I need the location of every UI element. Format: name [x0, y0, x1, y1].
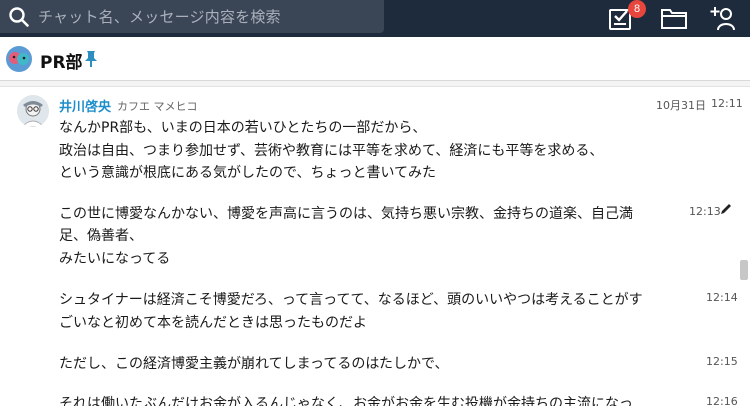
avatar[interactable]: [17, 95, 49, 127]
message-line: なんかPR部も、いまの日本の若いひとたちの一部だから、: [59, 120, 427, 136]
message-author-org: カフエ マメヒコ: [117, 100, 198, 113]
message-time: 12:11: [711, 97, 743, 110]
message-line: シュタイナーは経済こそ博愛だろ、って言ってて、なるほど、頭のいいやつは考えること…: [59, 292, 643, 308]
search-box[interactable]: チャット名、メッセージ内容を検索: [0, 0, 384, 33]
pin-icon[interactable]: [84, 50, 98, 68]
scrollbar-thumb[interactable]: [740, 260, 748, 280]
edit-pencil-icon[interactable]: [719, 202, 733, 216]
channel-header: PR部: [0, 37, 750, 81]
channel-title: PR部: [40, 53, 83, 73]
folder-icon[interactable]: [659, 4, 689, 32]
message-line: ただし、この経済博愛主義が崩れてしまってるのはたしかで、: [59, 356, 449, 372]
top-bar: チャット名、メッセージ内容を検索 8: [0, 0, 750, 37]
message-line: 政治は自由、つまり参加せず、芸術や教育には平等を求めて、経済にも平等を求める、: [59, 143, 604, 159]
message-line: この世に博愛なんかない、博愛を声高に言うのは、気持ち悪い宗教、金持ちの道楽、自己…: [59, 206, 633, 222]
message-timestamp: 12:16: [706, 395, 738, 406]
user-avatar-icon: [17, 95, 49, 127]
message-timestamp: 12:13: [689, 205, 721, 218]
message-line: それは働いたぶんだけお金が入るんじゃなく、お金がお金を生む投機が金持ちの主流にな…: [59, 396, 633, 406]
group-avatar-icon[interactable]: [6, 46, 32, 72]
message-line: 足、偽善者、: [59, 228, 143, 244]
message-line: みたいになってる: [59, 251, 171, 267]
message-line: ごいなと初めて本を読んだときは思ったものだよ: [59, 315, 367, 331]
message-date: 10月31日: [656, 99, 706, 112]
message-timestamp: 12:15: [706, 355, 738, 368]
message-list: 井川啓央 カフエ マメヒコ 10月31日 12:11 なんかPR部も、いまの日本…: [0, 88, 750, 406]
message-line: という意識が根底にある気がしたので、ちょっと書いてみた: [59, 165, 437, 181]
add-contact-icon[interactable]: [709, 4, 739, 32]
message-author[interactable]: 井川啓央: [59, 96, 111, 115]
search-icon: [9, 6, 29, 27]
message-timestamp: 12:14: [706, 291, 738, 304]
task-count-badge: 8: [628, 0, 646, 18]
header-divider: [0, 81, 750, 87]
search-placeholder[interactable]: チャット名、メッセージ内容を検索: [38, 6, 281, 27]
